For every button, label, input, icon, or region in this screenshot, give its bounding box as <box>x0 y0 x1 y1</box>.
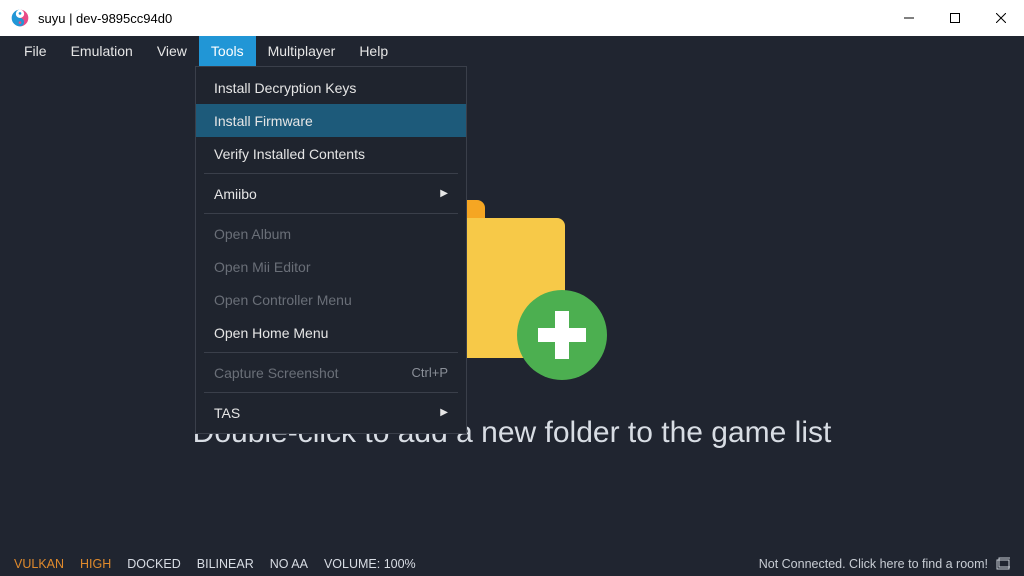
statusbar: VULKAN HIGH DOCKED BILINEAR NO AA VOLUME… <box>0 552 1024 576</box>
titlebar-title: suyu | dev-9895cc94d0 <box>38 11 172 26</box>
menu-tools[interactable]: Tools <box>199 36 256 66</box>
status-aa[interactable]: NO AA <box>270 557 308 571</box>
dd-separator <box>204 213 458 214</box>
dd-item-label: Open Album <box>214 226 291 242</box>
dd-separator <box>204 392 458 393</box>
dd-item-label: TAS <box>214 405 240 421</box>
dd-separator <box>204 173 458 174</box>
dd-item-label: Open Mii Editor <box>214 259 310 275</box>
dd-open-album: Open Album <box>196 217 466 250</box>
status-dock[interactable]: DOCKED <box>127 557 180 571</box>
dd-item-label: Amiibo <box>214 186 257 202</box>
content-area[interactable]: Install Decryption Keys Install Firmware… <box>0 66 1024 552</box>
menu-emulation[interactable]: Emulation <box>59 36 145 66</box>
dd-item-label: Verify Installed Contents <box>214 146 365 162</box>
titlebar-controls <box>886 0 1024 36</box>
chevron-right-icon: ▶ <box>440 407 448 418</box>
titlebar: suyu | dev-9895cc94d0 <box>0 0 1024 36</box>
dd-amiibo[interactable]: Amiibo ▶ <box>196 177 466 210</box>
status-volume[interactable]: VOLUME: 100% <box>324 557 416 571</box>
titlebar-left: suyu | dev-9895cc94d0 <box>10 8 886 28</box>
dd-item-label: Install Decryption Keys <box>214 80 356 96</box>
menubar: File Emulation View Tools Multiplayer He… <box>0 36 1024 66</box>
dd-capture-screenshot: Capture Screenshot Ctrl+P <box>196 356 466 389</box>
dd-open-home-menu[interactable]: Open Home Menu <box>196 316 466 349</box>
dd-separator <box>204 352 458 353</box>
maximize-button[interactable] <box>932 0 978 36</box>
statusbar-left: VULKAN HIGH DOCKED BILINEAR NO AA VOLUME… <box>14 557 416 571</box>
menu-view[interactable]: View <box>145 36 199 66</box>
dd-item-shortcut: Ctrl+P <box>412 365 448 380</box>
dd-open-controller-menu: Open Controller Menu <box>196 283 466 316</box>
minimize-button[interactable] <box>886 0 932 36</box>
menu-help[interactable]: Help <box>347 36 400 66</box>
chevron-right-icon: ▶ <box>440 188 448 199</box>
app-window: suyu | dev-9895cc94d0 File Emulation Vie… <box>0 0 1024 576</box>
dd-install-firmware[interactable]: Install Firmware <box>196 104 466 137</box>
dd-verify-installed-contents[interactable]: Verify Installed Contents <box>196 137 466 170</box>
statusbar-right[interactable]: Not Connected. Click here to find a room… <box>759 557 1010 571</box>
dd-install-decryption-keys[interactable]: Install Decryption Keys <box>196 71 466 104</box>
status-connection: Not Connected. Click here to find a room… <box>759 557 988 571</box>
tools-dropdown: Install Decryption Keys Install Firmware… <box>195 66 467 434</box>
app-icon <box>10 8 30 28</box>
dd-item-label: Install Firmware <box>214 113 313 129</box>
dd-open-mii-editor: Open Mii Editor <box>196 250 466 283</box>
status-api[interactable]: VULKAN <box>14 557 64 571</box>
dd-item-label: Open Controller Menu <box>214 292 352 308</box>
status-accuracy[interactable]: HIGH <box>80 557 111 571</box>
menu-multiplayer[interactable]: Multiplayer <box>256 36 348 66</box>
close-button[interactable] <box>978 0 1024 36</box>
plus-circle-icon <box>517 290 607 380</box>
room-icon <box>996 557 1010 571</box>
dd-item-label: Capture Screenshot <box>214 365 339 381</box>
menu-file[interactable]: File <box>12 36 59 66</box>
dd-tas[interactable]: TAS ▶ <box>196 396 466 429</box>
dd-item-label: Open Home Menu <box>214 325 328 341</box>
status-filter[interactable]: BILINEAR <box>197 557 254 571</box>
